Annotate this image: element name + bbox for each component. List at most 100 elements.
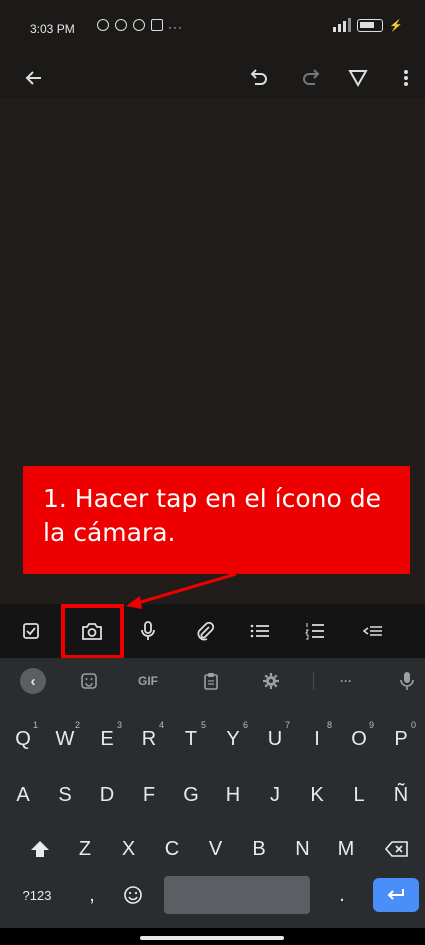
clipboard-icon[interactable]: [200, 668, 222, 694]
key-hint: 3: [116, 720, 122, 730]
battery-icon: [357, 18, 384, 32]
camera-highlight-box: [61, 604, 124, 659]
key-label: Q: [15, 727, 31, 750]
alarm-icon: [133, 19, 145, 31]
key-label: S: [58, 783, 72, 806]
key-p[interactable]: P0: [382, 716, 420, 762]
key-label: F: [142, 783, 156, 806]
key-label: E: [100, 727, 114, 750]
checkbox-icon[interactable]: [14, 614, 48, 648]
comma-key[interactable]: ,: [80, 878, 104, 912]
key-c[interactable]: C: [153, 826, 191, 872]
key-label: H: [225, 783, 241, 806]
outdent-icon[interactable]: [356, 614, 390, 648]
enter-key[interactable]: [373, 878, 419, 912]
key-f[interactable]: F: [130, 772, 168, 818]
key-hint: 8: [326, 720, 332, 730]
key-label: N: [295, 837, 310, 860]
space-bar[interactable]: [164, 876, 310, 914]
key-label: X: [121, 837, 136, 860]
status-notification-icons: [97, 19, 163, 31]
charging-icon: ⚡: [389, 19, 403, 32]
key-d[interactable]: D: [88, 772, 126, 818]
settings-gear-icon[interactable]: [260, 668, 282, 694]
key-q[interactable]: Q1: [4, 716, 42, 762]
back-arrow-icon[interactable]: [16, 58, 52, 98]
key-a[interactable]: A: [4, 772, 42, 818]
key-l[interactable]: L: [340, 772, 378, 818]
emoji-icon: [124, 886, 142, 904]
key-hint: 0: [410, 720, 416, 730]
home-indicator[interactable]: [140, 936, 284, 940]
key-hint: 1: [32, 720, 38, 730]
status-bar: 3:03 PM ··· ⚡: [0, 0, 425, 58]
alarm-icon: [97, 19, 109, 31]
gif-button[interactable]: GIF: [133, 668, 163, 694]
instruction-text: 1. Hacer tap en el ícono de la cámara.: [43, 484, 381, 547]
bullet-list-icon[interactable]: [243, 614, 277, 648]
key-label: K: [310, 783, 324, 806]
key-label: G: [183, 783, 199, 806]
symbols-key[interactable]: ?123: [12, 878, 62, 912]
attach-icon[interactable]: [188, 614, 222, 648]
key-label: T: [184, 727, 198, 750]
key-i[interactable]: I8: [298, 716, 336, 762]
key-label: W: [55, 727, 75, 750]
key-s[interactable]: S: [46, 772, 84, 818]
more-vert-icon[interactable]: [388, 58, 424, 98]
key-u[interactable]: U7: [256, 716, 294, 762]
shift-key[interactable]: [22, 829, 58, 869]
key-label: M: [337, 837, 355, 860]
key-label: O: [351, 727, 367, 750]
instruction-callout: 1. Hacer tap en el ícono de la cámara.: [23, 466, 410, 574]
key-t[interactable]: T5: [172, 716, 210, 762]
key-e[interactable]: E3: [88, 716, 126, 762]
undo-icon[interactable]: [240, 58, 276, 98]
emoji-key[interactable]: [116, 878, 150, 912]
key-w[interactable]: W2: [46, 716, 84, 762]
text-format-icon[interactable]: [340, 58, 376, 98]
app-bar: [0, 58, 425, 98]
voice-input-icon[interactable]: [396, 668, 418, 694]
signal-icon: [333, 18, 352, 32]
sticker-icon[interactable]: [78, 668, 100, 694]
key-label: R: [141, 727, 157, 750]
numbered-list-icon[interactable]: [298, 614, 332, 648]
key-hint: 6: [242, 720, 248, 730]
key-b[interactable]: B: [240, 826, 278, 872]
key-label: L: [353, 783, 365, 806]
key-label: I: [314, 727, 320, 750]
status-system-icons: ⚡: [331, 18, 403, 32]
key-ñ[interactable]: Ñ: [382, 772, 420, 818]
key-hint: 5: [200, 720, 206, 730]
notification-icon: [151, 19, 163, 31]
key-m[interactable]: M: [327, 826, 365, 872]
keyboard-suggestion-bar: ‹ GIF ···: [0, 658, 425, 704]
key-label: D: [99, 783, 115, 806]
more-notifications-icon: ···: [168, 20, 183, 34]
key-label: B: [252, 837, 266, 860]
more-options-icon[interactable]: ···: [334, 668, 358, 694]
key-label: Z: [78, 837, 92, 860]
redo-icon[interactable]: [294, 58, 330, 98]
key-label: A: [16, 783, 30, 806]
key-k[interactable]: K: [298, 772, 336, 818]
status-time: 3:03 PM: [30, 22, 75, 36]
key-n[interactable]: N: [284, 826, 322, 872]
key-y[interactable]: Y6: [214, 716, 252, 762]
period-key[interactable]: .: [330, 878, 354, 912]
key-j[interactable]: J: [256, 772, 294, 818]
key-g[interactable]: G: [172, 772, 210, 818]
key-z[interactable]: Z: [66, 826, 104, 872]
mic-icon[interactable]: [131, 614, 165, 648]
key-x[interactable]: X: [110, 826, 148, 872]
key-v[interactable]: V: [197, 826, 235, 872]
key-hint: 4: [158, 720, 164, 730]
key-o[interactable]: O9: [340, 716, 378, 762]
key-h[interactable]: H: [214, 772, 252, 818]
key-r[interactable]: R4: [130, 716, 168, 762]
keyboard-back-button[interactable]: ‹: [20, 668, 46, 694]
key-hint: 2: [74, 720, 80, 730]
backspace-key[interactable]: [378, 831, 416, 867]
enter-icon: [387, 889, 404, 900]
